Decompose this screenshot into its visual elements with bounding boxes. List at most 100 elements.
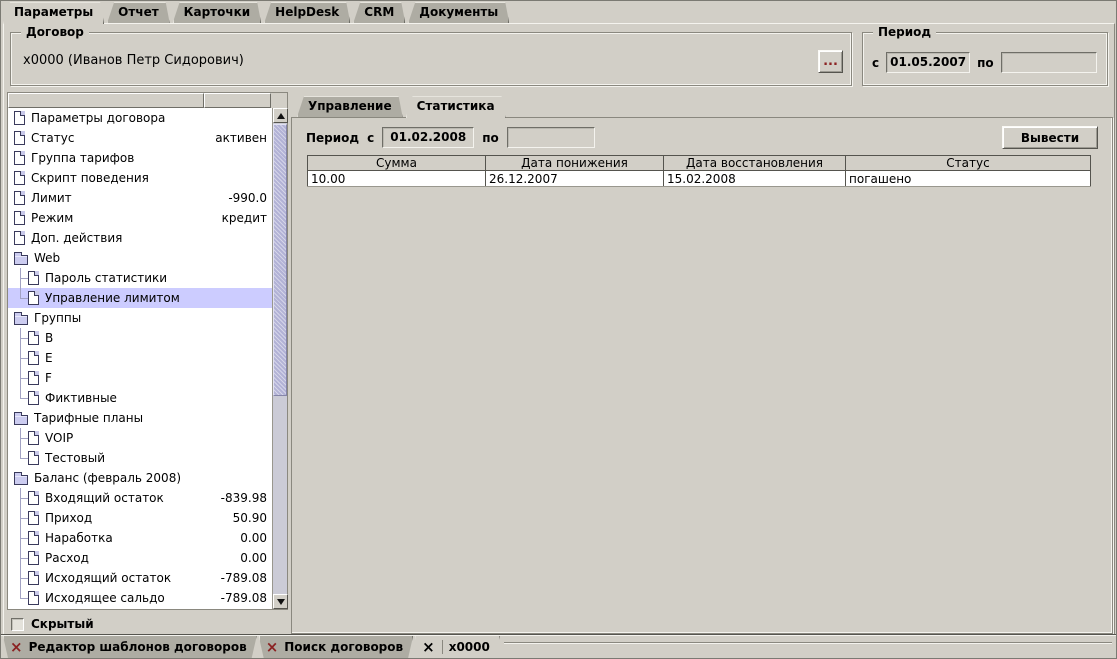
tree-item[interactable]: Входящий остаток-839.98 [8,488,272,508]
tree-header-name-column[interactable] [8,93,204,108]
tree-item-label: VOIP [45,431,73,445]
tree-connector [14,428,28,448]
tree-item-label: Исходящее сальдо [45,591,165,605]
scroll-down-button[interactable] [273,594,288,609]
contract-browse-button[interactable]: ... [818,50,843,73]
tree-item[interactable]: B [8,328,272,348]
stat-period-to-field[interactable] [507,127,595,148]
period-from-label: с [872,56,879,70]
stat-period-to-label: по [482,131,499,145]
tree-item[interactable]: Приход50.90 [8,508,272,528]
tree-item-label: B [45,331,53,345]
hidden-checkbox-row: Скрытый [7,614,288,634]
tree-connector [14,268,28,288]
tree-item[interactable]: VOIP [8,428,272,448]
taskbar-filler [502,636,1116,658]
document-icon [14,231,25,245]
tree-connector [14,488,28,508]
taskbar-tab[interactable]: × Редактор шаблонов договоров [3,636,257,658]
tree-item-value: 50.90 [233,511,272,525]
close-icon[interactable]: × [266,640,279,654]
detail-panel: УправлениеСтатистика Период с 01.02.2008… [291,94,1113,634]
tree-item[interactable]: Фиктивные [8,388,272,408]
tree-item[interactable]: Пароль статистики [8,268,272,288]
document-icon [28,571,39,585]
taskbar-tab[interactable]: ×x0000 [415,636,500,658]
table-column-header[interactable]: Сумма [308,156,486,171]
tree-item[interactable]: Тестовый [8,448,272,468]
tree-item[interactable]: Доп. действия [8,228,272,248]
tree-item[interactable]: Параметры договора [8,108,272,128]
table-row[interactable]: 10.0026.12.200715.02.2008погашено [308,171,1091,187]
detail-tab[interactable]: Управление [297,96,403,117]
tree-item-value: -789.08 [221,591,272,605]
tree-item-value: 0.00 [240,531,272,545]
taskbar-tab-label: Редактор шаблонов договоров [29,640,247,654]
statistics-tab-content: Период с 01.02.2008 по Вывести СуммаДата… [291,117,1113,634]
tree-item-label: E [45,351,53,365]
close-icon[interactable]: × [10,640,23,654]
scroll-up-button[interactable] [273,108,288,123]
tree-item-label: Группа тарифов [31,151,134,165]
main-tab[interactable]: HelpDesk [264,2,350,23]
tree-item[interactable]: Web [8,248,272,268]
tree-item-label: Тарифные планы [34,411,143,425]
main-tab[interactable]: Параметры [3,2,104,24]
tree-item-label: Расход [45,551,89,565]
stat-period-label: Период [306,131,359,145]
tree-item[interactable]: Исходящее сальдо -789.08 [8,588,272,608]
stat-period-from-field[interactable]: 01.02.2008 [382,127,474,148]
tree-connector [14,588,28,608]
arrow-down-icon [277,599,285,605]
table-column-header[interactable]: Статус [846,156,1091,171]
tree-item[interactable]: Группы [8,308,272,328]
main-tab[interactable]: Карточки [173,2,262,23]
table-column-header[interactable]: Дата восстановления [664,156,846,171]
tree-item[interactable]: Тарифные планы [8,408,272,428]
main-tab[interactable]: Отчет [107,2,170,23]
tree-item[interactable]: E [8,348,272,368]
tree-item[interactable]: Статусактивен [8,128,272,148]
output-button[interactable]: Вывести [1002,126,1098,149]
table-column-header[interactable]: Дата понижения [486,156,664,171]
tree-connector [14,288,28,308]
tree-item-label: Баланс (февраль 2008) [34,471,181,485]
scrollbar-thumb[interactable] [273,124,287,396]
tree-item-label: Доп. действия [31,231,122,245]
document-icon [28,591,39,605]
close-icon[interactable]: × [422,640,443,654]
tree-scrollbar[interactable] [272,108,287,609]
detail-tab[interactable]: Статистика [406,96,506,118]
tree-item-label: Тестовый [45,451,105,465]
tree-item[interactable]: Баланс (февраль 2008) [8,468,272,488]
hidden-checkbox[interactable] [11,618,24,631]
statistics-table: СуммаДата пониженияДата восстановленияСт… [307,155,1091,187]
table-cell: 15.02.2008 [664,171,846,187]
tree-connector [14,508,28,528]
document-icon [28,491,39,505]
tree-item[interactable]: Режимкредит [8,208,272,228]
tree-item[interactable]: Скрипт поведения [8,168,272,188]
tree-item[interactable]: Управление лимитом [8,288,272,308]
period-from-field[interactable]: 01.05.2007 [886,52,970,73]
tree-item-label: Пароль статистики [45,271,167,285]
period-to-field[interactable] [1001,52,1097,73]
tree-item-label: Исходящий остаток [45,571,171,585]
parameters-tab-content: Договор x0000 (Иванов Петр Сидорович) ..… [3,23,1115,635]
tree-item[interactable]: Лимит-990.0 [8,188,272,208]
main-tab[interactable]: Документы [408,2,509,23]
document-icon [28,271,39,285]
tree-item[interactable]: Наработка0.00 [8,528,272,548]
taskbar-tab[interactable]: ×Поиск договоров [259,636,413,658]
tree-header-value-column[interactable] [204,93,271,108]
tree-item[interactable]: F [8,368,272,388]
document-icon [28,291,39,305]
tree-item-label: Режим [31,211,73,225]
tree-item[interactable]: Группа тарифов [8,148,272,168]
tree-column-headers [8,93,287,108]
tree-item-label: Статус [31,131,74,145]
document-icon [28,331,39,345]
main-tab[interactable]: CRM [353,2,405,23]
tree-item[interactable]: Исходящий остаток-789.08 [8,568,272,588]
tree-item[interactable]: Расход0.00 [8,548,272,568]
